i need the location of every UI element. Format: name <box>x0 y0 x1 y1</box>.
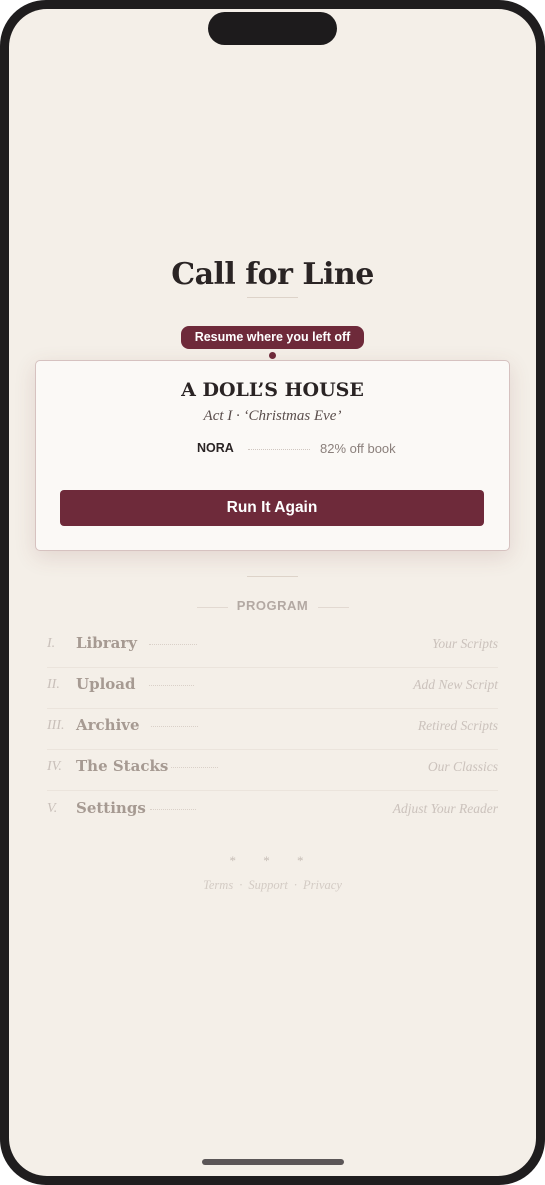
menu-item-label: Library <box>76 634 137 652</box>
menu-item-label: Upload <box>76 675 136 693</box>
section-divider <box>247 576 298 577</box>
phone-frame: Call for Line Resume where you left off … <box>0 0 545 1185</box>
menu-item-label: Archive <box>76 716 140 734</box>
leader-dots <box>149 685 194 686</box>
leader-dots <box>171 767 218 768</box>
menu-item-subtitle: Our Classics <box>427 759 498 774</box>
app-title: Call for Line <box>171 257 374 292</box>
menu-item-number: II. <box>47 677 60 692</box>
menu-item-the-stacks[interactable]: IV. The Stacks Our Classics <box>47 749 498 791</box>
home-indicator <box>202 1159 344 1165</box>
menu-item-label: The Stacks <box>76 757 169 775</box>
menu-item-number: I. <box>47 636 56 651</box>
menu-item-subtitle: Add New Script <box>413 677 498 692</box>
menu-item-subtitle: Your Scripts <box>432 636 498 651</box>
menu-item-subtitle: Retired Scripts <box>417 718 498 733</box>
menu-item-archive[interactable]: III. Archive Retired Scripts <box>47 708 498 750</box>
menu-item-upload[interactable]: II. Upload Add New Script <box>47 667 498 709</box>
menu-item-label: Settings <box>76 799 146 817</box>
progress-text: 82% off book <box>320 441 396 456</box>
footer-separator: · <box>239 878 243 892</box>
run-it-again-button[interactable]: Run It Again <box>60 490 484 526</box>
menu-item-settings[interactable]: V. Settings Adjust Your Reader <box>47 791 498 832</box>
menu-item-number: IV. <box>47 759 62 774</box>
menu-item-library[interactable]: I. Library Your Scripts <box>47 626 498 668</box>
resume-card[interactable]: A DOLL’S HOUSE Act I · ‘Christmas Eve’ N… <box>35 360 510 551</box>
ornament: * * * <box>229 853 316 868</box>
app-screen: Call for Line Resume where you left off … <box>9 9 536 1176</box>
menu-item-number: III. <box>47 718 65 733</box>
role-name: NORA <box>197 441 234 455</box>
terms-link[interactable]: Terms <box>203 878 233 893</box>
dynamic-island <box>208 12 337 45</box>
menu-item-subtitle: Adjust Your Reader <box>392 801 498 816</box>
program-heading: PROGRAM <box>236 598 309 613</box>
support-link[interactable]: Support <box>248 878 288 893</box>
resume-badge-pointer <box>269 352 276 359</box>
leader-dots <box>150 809 196 810</box>
resume-badge: Resume where you left off <box>181 326 364 349</box>
scene-subtitle: Act I · ‘Christmas Eve’ <box>203 408 342 424</box>
privacy-link[interactable]: Privacy <box>303 878 342 893</box>
footer-separator: · <box>293 878 298 892</box>
leader-dots <box>248 449 310 450</box>
play-title: A DOLL’S HOUSE <box>181 379 364 401</box>
program-rule-right <box>318 607 349 608</box>
title-divider <box>247 297 298 298</box>
leader-dots <box>149 644 197 645</box>
menu-item-number: V. <box>47 801 58 816</box>
leader-dots <box>151 726 198 727</box>
footer-links: Terms · Support · Privacy <box>9 878 536 893</box>
